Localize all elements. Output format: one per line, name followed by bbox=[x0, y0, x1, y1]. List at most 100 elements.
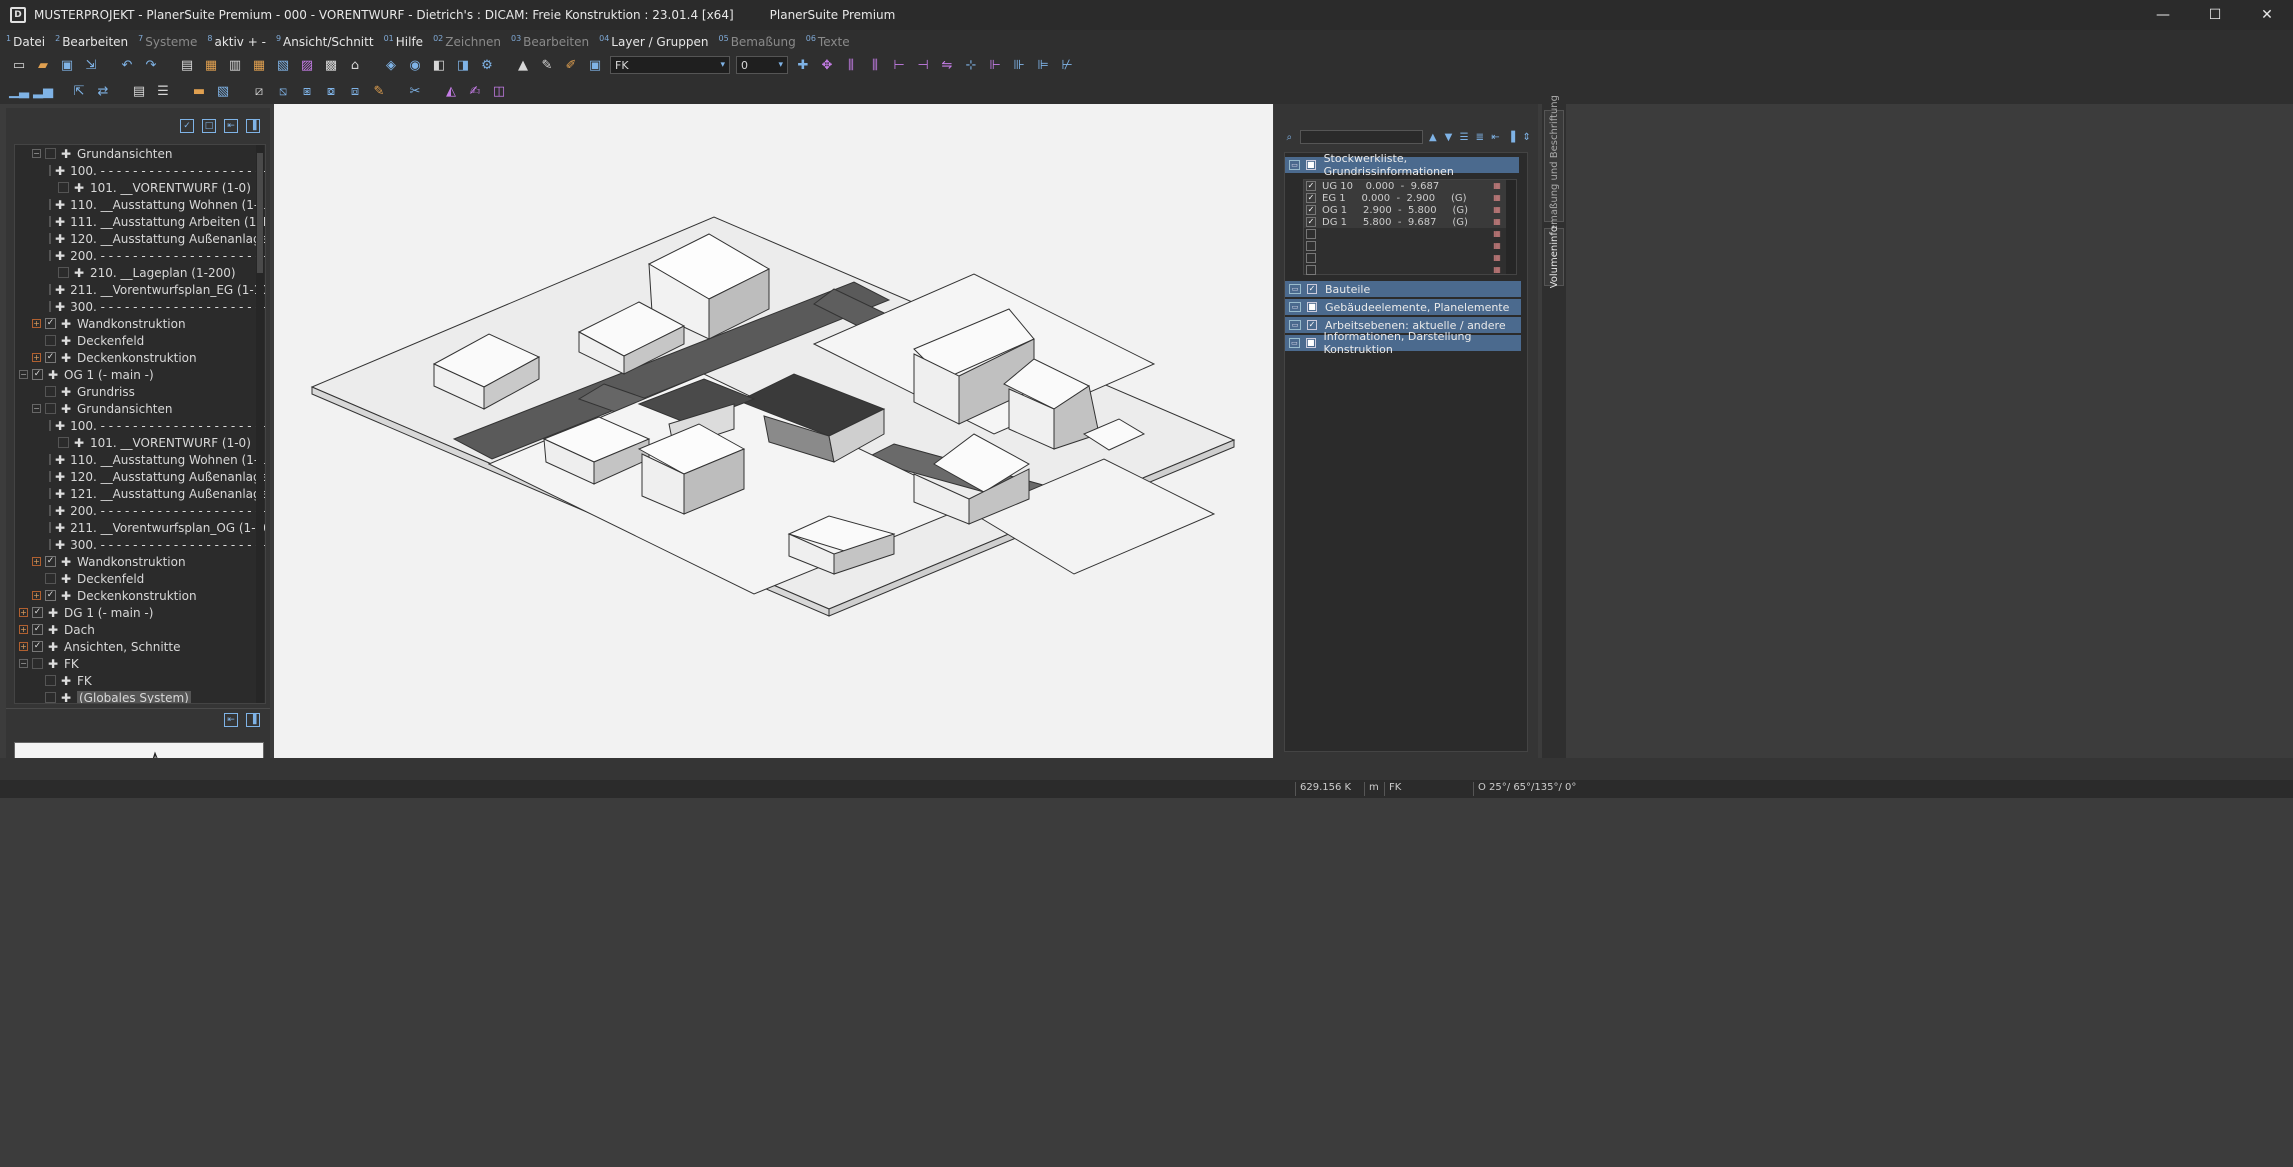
tree-item[interactable]: + ✓ ✚ Dach bbox=[15, 621, 265, 638]
tree-item[interactable]: − ✚ Grundansichten bbox=[15, 400, 265, 417]
menu-item[interactable]: 1 Datei bbox=[6, 34, 45, 49]
list-icon[interactable]: ☰ bbox=[154, 82, 172, 100]
group-checkbox[interactable]: ✓ bbox=[1307, 320, 1317, 330]
expand-icon[interactable]: + bbox=[19, 625, 28, 634]
pin-icon[interactable]: ▐ bbox=[1506, 132, 1517, 143]
cut-icon[interactable]: ✂ bbox=[406, 82, 424, 100]
tree-checkbox[interactable] bbox=[58, 182, 69, 193]
print-icon[interactable]: ▩ bbox=[322, 56, 340, 74]
tree-checkbox[interactable] bbox=[58, 267, 69, 278]
tree-checkbox[interactable] bbox=[49, 505, 51, 516]
storey-row[interactable]: ▦ bbox=[1304, 252, 1516, 264]
plane-settings-icon[interactable]: ◫ bbox=[490, 82, 508, 100]
storey-checkbox[interactable] bbox=[1306, 265, 1316, 275]
tree-item[interactable]: ✚ 211. __Vorentwurfsplan_OG (1-100) bbox=[15, 519, 265, 536]
tree-item[interactable]: ✚ 120. __Ausstattung Außenanlage (1-100) bbox=[15, 230, 265, 247]
pin-panel-icon[interactable]: ▐ bbox=[246, 119, 260, 133]
database-icon[interactable]: ▤ bbox=[130, 82, 148, 100]
layer-manager-icon[interactable]: ▲ bbox=[514, 56, 532, 74]
storey-list-header[interactable]: ▭ ■ Stockwerkliste, Grundrissinformation… bbox=[1285, 152, 1519, 178]
tree-checkbox[interactable]: ✓ bbox=[32, 641, 43, 652]
join-icon[interactable]: ⊫ bbox=[1034, 56, 1052, 74]
storey-row[interactable]: ▦ bbox=[1304, 264, 1516, 276]
trim-icon[interactable]: ⊩ bbox=[986, 56, 1004, 74]
number-select[interactable]: 0 ▾ bbox=[736, 56, 788, 74]
purlin-icon[interactable]: ⧇ bbox=[322, 82, 340, 100]
tree-item[interactable]: ✚ FK bbox=[15, 672, 265, 689]
view-shade-icon[interactable]: ◧ bbox=[430, 56, 448, 74]
tree-checkbox[interactable] bbox=[32, 658, 43, 669]
expand-all-icon[interactable]: ⇕ bbox=[1521, 132, 1532, 143]
open-folder-icon[interactable]: ▰ bbox=[34, 56, 52, 74]
tree-item[interactable]: − ✚ Grundansichten bbox=[15, 145, 265, 162]
move-down-icon[interactable]: ▼ bbox=[1443, 132, 1454, 143]
tree-checkbox[interactable] bbox=[49, 539, 51, 550]
align-icon[interactable]: ✥ bbox=[818, 56, 836, 74]
plan-view-icon[interactable]: ▦ bbox=[202, 56, 220, 74]
close-button[interactable]: ✕ bbox=[2241, 0, 2293, 30]
maximize-button[interactable]: ☐ bbox=[2189, 0, 2241, 30]
tree-checkbox[interactable] bbox=[45, 403, 56, 414]
tree-checkbox[interactable]: ✓ bbox=[32, 624, 43, 635]
align-left-icon[interactable]: ⊢ bbox=[890, 56, 908, 74]
menu-item[interactable]: 2 Bearbeiten bbox=[55, 34, 128, 49]
mirror-icon[interactable]: ⇋ bbox=[938, 56, 956, 74]
storey-grid-icon[interactable]: ▦ bbox=[1492, 241, 1502, 251]
tree-checkbox[interactable]: ✓ bbox=[32, 369, 43, 380]
tree-checkbox[interactable] bbox=[49, 301, 51, 312]
menu-item[interactable]: 9 Ansicht/Schnitt bbox=[276, 34, 374, 49]
tree-checkbox[interactable] bbox=[45, 675, 56, 686]
layout-icon[interactable]: ▥ bbox=[226, 56, 244, 74]
tree-scrollbar[interactable] bbox=[256, 145, 264, 703]
floor-plan-icon[interactable]: ▦ bbox=[250, 56, 268, 74]
tree-checkbox[interactable] bbox=[49, 471, 51, 482]
tree-item[interactable]: ✚ 110. __Ausstattung Wohnen (1-100) bbox=[15, 196, 265, 213]
tree-item[interactable]: ✚ 300. - - - - - - - - - - - - - - - - - … bbox=[15, 536, 265, 553]
pen-plane-icon[interactable]: ✍ bbox=[466, 82, 484, 100]
tree-checkbox[interactable] bbox=[49, 522, 51, 533]
storey-scrollbar[interactable] bbox=[1506, 180, 1516, 274]
tree-item[interactable]: ✚ 101. __VORENTWURF (1-0) bbox=[15, 434, 265, 451]
storey-row[interactable]: ✓ OG 1 2.900 - 5.800 (G) ▦ bbox=[1304, 204, 1516, 216]
snap-icon[interactable]: ⊹ bbox=[962, 56, 980, 74]
uncheck-all-icon[interactable]: □ bbox=[202, 119, 216, 133]
tree-checkbox[interactable] bbox=[49, 420, 51, 431]
import-icon[interactable]: ⇱ bbox=[70, 82, 88, 100]
view-window-icon[interactable]: ▤ bbox=[178, 56, 196, 74]
tree-checkbox[interactable] bbox=[45, 573, 56, 584]
tree-item[interactable]: ✚ Deckenfeld bbox=[15, 332, 265, 349]
transfer-icon[interactable]: ⇄ bbox=[94, 82, 112, 100]
tree-item[interactable]: + ✓ ✚ Wandkonstruktion bbox=[15, 315, 265, 332]
tree-checkbox[interactable] bbox=[49, 250, 51, 261]
edit-beam-icon[interactable]: ✎ bbox=[370, 82, 388, 100]
menu-item[interactable]: 01 Hilfe bbox=[384, 34, 424, 49]
tree-item[interactable]: ✚ Deckenfeld bbox=[15, 570, 265, 587]
group-checkbox[interactable]: ■ bbox=[1305, 338, 1316, 348]
tree-item[interactable]: + ✓ ✚ DG 1 (- main -) bbox=[15, 604, 265, 621]
detail-view-icon[interactable]: ≣ bbox=[1474, 132, 1485, 143]
statistics-icon[interactable]: ▂▅ bbox=[33, 82, 53, 100]
tree-checkbox[interactable]: ✓ bbox=[45, 556, 56, 567]
storey-checkbox[interactable] bbox=[1306, 229, 1316, 239]
collapse-icon[interactable]: − bbox=[19, 370, 28, 379]
undo-icon[interactable]: ↶ bbox=[118, 56, 136, 74]
new-file-icon[interactable]: ▭ bbox=[10, 56, 28, 74]
tree-checkbox[interactable]: ✓ bbox=[32, 607, 43, 618]
expand-icon[interactable]: + bbox=[19, 608, 28, 617]
roof-icon[interactable]: ⧅ bbox=[274, 82, 292, 100]
expand-icon[interactable]: + bbox=[32, 319, 41, 328]
tree-checkbox[interactable] bbox=[45, 148, 56, 159]
menu-item[interactable]: 05 Bemaßung bbox=[719, 34, 796, 49]
truss-icon[interactable]: ⧈ bbox=[346, 82, 364, 100]
beam-icon[interactable]: ⧄ bbox=[250, 82, 268, 100]
view-settings-icon[interactable]: ⚙ bbox=[478, 56, 496, 74]
storey-grid-icon[interactable]: ▦ bbox=[1492, 229, 1502, 239]
align-right-icon[interactable]: ⊣ bbox=[914, 56, 932, 74]
redo-icon[interactable]: ↷ bbox=[142, 56, 160, 74]
storey-grid-icon[interactable]: ▦ bbox=[1492, 253, 1502, 263]
tree-item[interactable]: + ✓ ✚ Ansichten, Schnitte bbox=[15, 638, 265, 655]
layer-select[interactable]: FK ▾ bbox=[610, 56, 730, 74]
minimize-button[interactable]: — bbox=[2137, 0, 2189, 30]
tree-item[interactable]: + ✓ ✚ Deckenkonstruktion bbox=[15, 349, 265, 366]
storey-checkbox[interactable]: ✓ bbox=[1306, 181, 1316, 191]
